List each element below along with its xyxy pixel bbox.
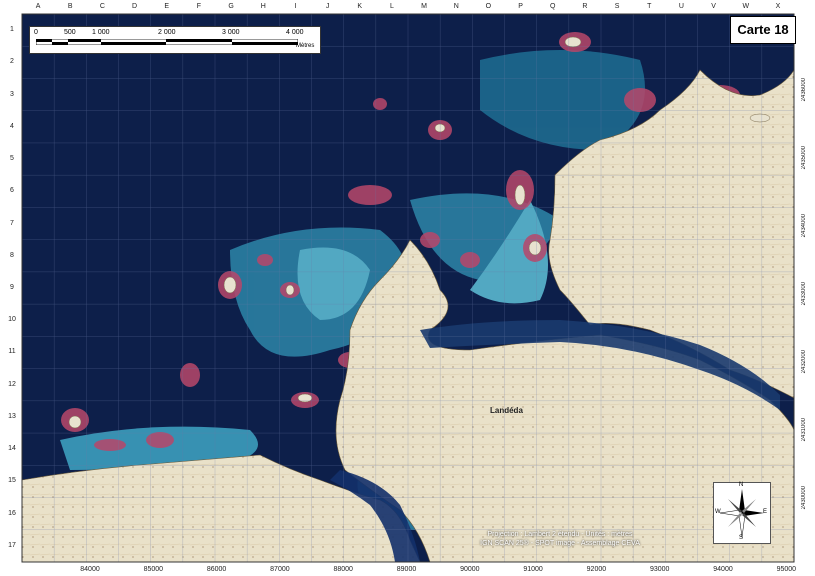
column-label: D [132,3,138,10]
y-coordinate-label: 2430000 [801,486,807,510]
y-coordinate-label: 2433000 [801,282,807,306]
row-label: 8 [10,251,14,259]
scale-label: 2 000 [158,29,176,36]
map-title: Carte 18 [730,16,796,44]
row-label: 10 [8,316,16,324]
compass-south: S [739,535,744,541]
source-credit: IGN SCAN 25® - SPOT image - Assemblage C… [480,540,640,547]
column-label: P [518,3,523,10]
row-label: 7 [10,219,14,227]
x-coordinate-label: 84000 [80,566,100,573]
row-label: 13 [8,412,16,420]
column-label: U [678,3,684,10]
compass-north: N [739,482,744,488]
scale-bar-graphic [36,39,298,45]
x-coordinate-label: 94000 [713,566,733,573]
column-label: I [294,3,297,10]
row-label: 6 [10,187,14,195]
x-coordinate-label: 86000 [206,566,227,573]
x-coordinate-label: 93000 [649,566,670,573]
row-label: 14 [8,445,16,453]
map-frame: ABCDEFGHIJKLMNOPQRSTUVWX 1 2 3 4 5 6 7 8 9 10 11 12… [0,0,815,576]
column-label: F [196,3,202,10]
column-label: B [67,3,73,10]
compass-icon [719,489,764,538]
column-label: Q [550,3,556,10]
column-label: G [228,3,234,10]
row-label: 16 [8,509,16,517]
x-coordinate-label: 89000 [396,566,417,573]
y-coordinate-label: 2431000 [801,418,807,442]
y-coordinate-label: 2434000 [801,214,807,238]
column-label: E [164,3,170,10]
y-coordinate-label: 2435000 [801,146,807,170]
scale-unit: Mètres [296,43,315,49]
x-coordinate-label: 85000 [143,566,164,573]
column-label: X [775,3,781,10]
x-coordinate-label: 95000 [776,566,797,573]
column-label: R [582,3,588,10]
scale-label: 1 000 [92,29,110,36]
scale-label: 3 000 [222,29,240,36]
projection-credit: Projection : Lambert 2 étendu - Unités :… [487,531,633,538]
y-coordinate-label: 2432000 [801,350,807,374]
x-coordinate-label: 87000 [270,566,290,573]
compass-rose: N S W E [713,482,771,544]
compass-east: E [763,509,768,515]
column-label: H [260,3,266,10]
map-canvas[interactable] [0,0,815,576]
column-label: S [614,3,620,10]
scale-label: 0 [34,29,38,36]
row-label: 17 [8,541,16,549]
column-label: J [325,3,330,10]
column-label: L [389,3,394,10]
column-label: N [453,3,459,10]
row-label: 4 [10,122,14,130]
y-coordinate-label: 2436000 [801,78,807,102]
column-label: W [742,3,750,10]
place-label-landeda: Landéda [490,406,523,415]
x-coordinate-label: 91000 [523,566,543,573]
column-label: T [647,3,652,10]
column-label: C [99,3,105,10]
column-label: O [485,3,492,10]
map-credits: Projection : Lambert 2 étendu - Unités :… [470,530,650,548]
row-label: 9 [10,284,14,291]
row-label: 5 [10,155,14,163]
x-coordinate-label: 92000 [586,566,607,573]
compass-west: W [715,509,721,515]
column-label: M [421,3,427,10]
column-label: A [35,3,41,10]
x-coordinate-label: 90000 [460,566,480,573]
row-label: 15 [8,477,16,485]
column-label: V [711,3,716,10]
row-label: 12 [8,380,16,388]
row-label: 11 [8,348,16,356]
row-label: 2 [10,58,14,66]
x-coordinate-label: 88000 [333,566,353,573]
scale-label: 500 [64,29,76,36]
scale-label: 4 000 [286,29,304,36]
row-label: 1 [10,26,14,34]
column-label: K [357,3,363,10]
row-label: 3 [10,90,14,98]
scale-bar: 0 500 1 000 2 000 3 000 4 000 Mètres [29,26,321,54]
